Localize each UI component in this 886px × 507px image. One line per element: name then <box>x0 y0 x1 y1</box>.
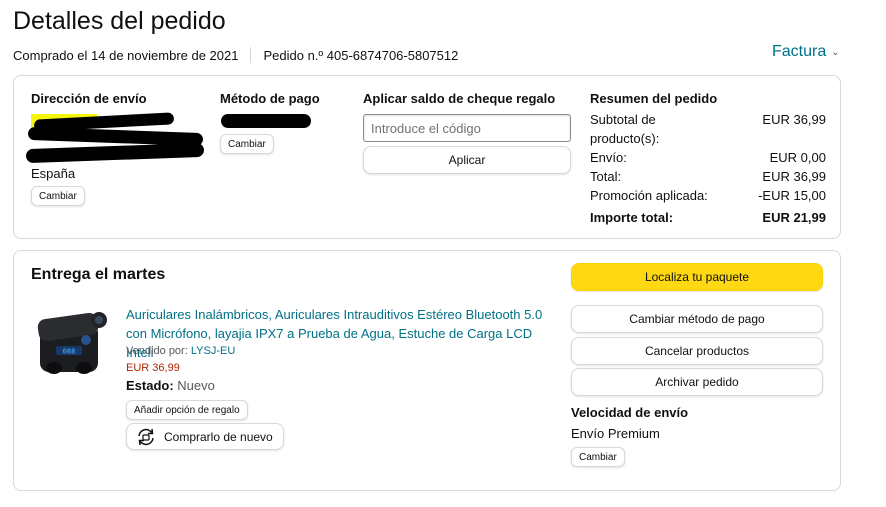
summary-row: Total: EUR 36,99 <box>590 167 826 186</box>
summary-label: Total: <box>590 169 622 184</box>
condition-label: Estado: <box>126 378 174 393</box>
payment-method-heading: Método de pago <box>220 91 320 106</box>
gift-card-heading: Aplicar saldo de cheque regalo <box>363 91 556 106</box>
summary-label: Subtotal de producto(s): <box>590 112 660 146</box>
summary-value: EUR 0,00 <box>769 150 826 165</box>
buy-again-label: Comprarlo de nuevo <box>164 429 273 444</box>
shipping-country: España <box>31 166 76 181</box>
page-title: Detalles del pedido <box>13 7 226 35</box>
shipping-speed-value: Envío Premium <box>571 426 660 441</box>
change-address-button[interactable]: Cambiar <box>31 186 85 206</box>
product-image[interactable]: 088 <box>34 306 110 386</box>
seller-link[interactable]: LYSJ-EU <box>191 345 235 357</box>
summary-label: Promoción aplicada: <box>590 188 708 203</box>
summary-total-row: Importe total: EUR 21,99 <box>590 208 826 227</box>
grand-total-label: Importe total: <box>590 210 674 225</box>
change-shipping-speed-button[interactable]: Cambiar <box>571 447 625 467</box>
condition-value: Nuevo <box>177 378 215 393</box>
change-payment-button[interactable]: Cambiar <box>220 134 274 154</box>
summary-row: Subtotal de producto(s): EUR 36,99 <box>590 110 826 148</box>
redacted-payment-method <box>221 114 311 128</box>
svg-text:088: 088 <box>63 348 76 356</box>
apply-gift-button[interactable]: Aplicar <box>363 146 571 174</box>
cancel-items-button[interactable]: Cancelar productos <box>571 337 823 365</box>
order-meta: Comprado el 14 de noviembre de 2021 Pedi… <box>13 47 458 63</box>
delivery-heading: Entrega el martes <box>31 266 166 283</box>
summary-value: -EUR 15,00 <box>758 188 826 203</box>
order-summary: Subtotal de producto(s): EUR 36,99 Envío… <box>590 110 826 227</box>
invoice-dropdown[interactable]: Factura ⌄ <box>772 43 840 61</box>
delivery-card: Entrega el martes 088 Auriculares Inalám… <box>13 250 841 491</box>
shipping-speed-heading: Velocidad de envío <box>571 405 689 420</box>
buy-again-icon <box>138 428 154 445</box>
redacted-address-line <box>25 142 205 164</box>
grand-total-value: EUR 21,99 <box>762 210 826 225</box>
product-price: EUR 36,99 <box>126 362 180 374</box>
shipping-address-heading: Dirección de envío <box>31 91 147 106</box>
archive-order-button[interactable]: Archivar pedido <box>571 368 823 396</box>
meta-divider <box>250 47 252 63</box>
chevron-down-icon: ⌄ <box>831 46 840 58</box>
summary-row: Promoción aplicada: -EUR 15,00 <box>590 186 826 205</box>
product-condition: Estado: Nuevo <box>126 378 215 393</box>
order-summary-heading: Resumen del pedido <box>590 91 718 106</box>
summary-value: EUR 36,99 <box>762 112 826 127</box>
summary-row: Envío: EUR 0,00 <box>590 148 826 167</box>
add-gift-option-button[interactable]: Añadir opción de regalo <box>126 400 248 420</box>
seller-line: Vendido por: LYSJ-EU <box>126 345 235 357</box>
summary-value: EUR 36,99 <box>762 169 826 184</box>
seller-prefix: Vendido por: <box>126 345 188 357</box>
gift-code-input[interactable] <box>363 114 571 142</box>
track-package-button[interactable]: Localiza tu paquete <box>571 263 823 291</box>
buy-again-button[interactable]: Comprarlo de nuevo <box>126 423 284 450</box>
change-payment-method-button[interactable]: Cambiar método de pago <box>571 305 823 333</box>
invoice-label: Factura <box>772 43 827 60</box>
order-date: Comprado el 14 de noviembre de 2021 <box>13 47 239 63</box>
order-number: Pedido n.º 405-6874706-5807512 <box>263 47 459 63</box>
order-info-card: Dirección de envío España Cambiar Método… <box>13 75 841 239</box>
summary-label: Envío: <box>590 150 627 165</box>
